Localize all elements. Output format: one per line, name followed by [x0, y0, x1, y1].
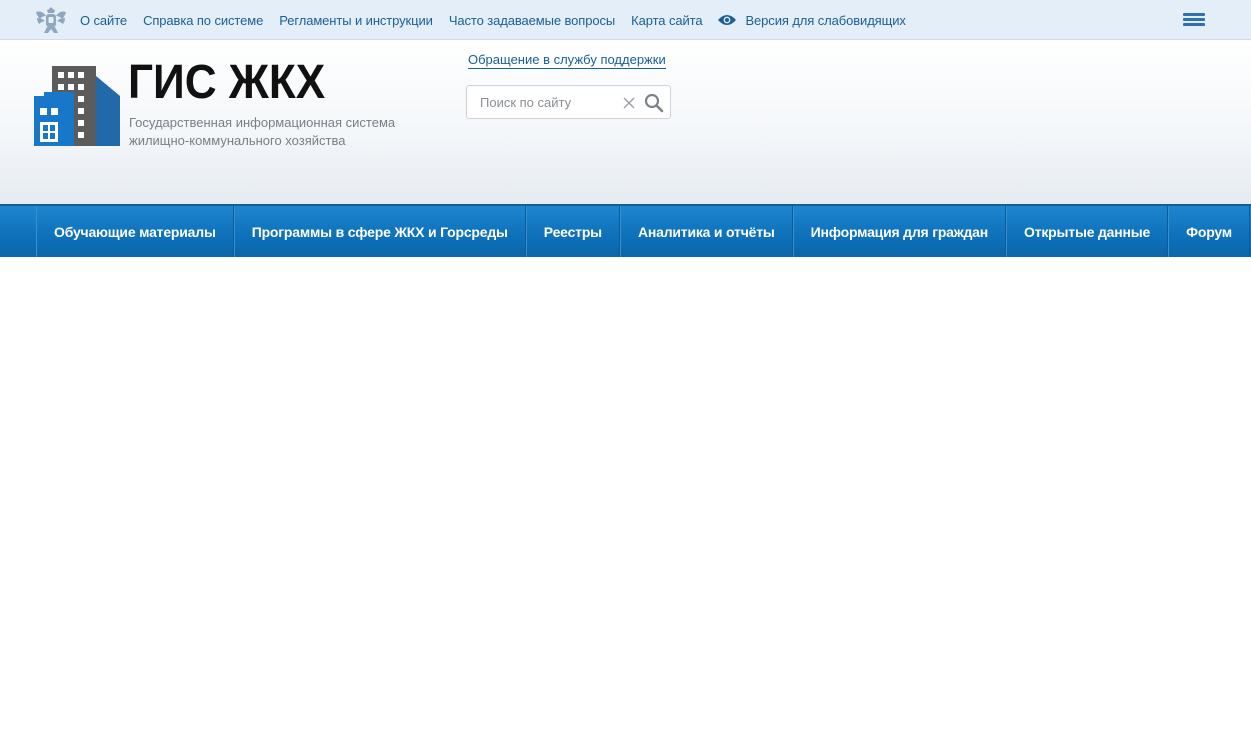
nav-item-registries[interactable]: Реестры: [525, 206, 620, 257]
main-navigation: Обучающие материалы Программы в сфере ЖК…: [0, 204, 1251, 257]
search-input[interactable]: [468, 87, 613, 117]
nav-item-training[interactable]: Обучающие материалы: [36, 206, 234, 257]
site-subtitle-line2: жилищно-коммунального хозяйства: [129, 133, 346, 148]
accessibility-version-link[interactable]: Версия для слабовидящих: [718, 13, 921, 28]
nav-item-citizens-info[interactable]: Информация для граждан: [792, 206, 1007, 257]
coat-of-arms-icon[interactable]: [34, 4, 68, 36]
toplink-about[interactable]: О сайте: [80, 13, 127, 28]
toplink-faq[interactable]: Часто задаваемые вопросы: [449, 13, 615, 28]
nav-item-programs[interactable]: Программы в сфере ЖКХ и Горсреды: [233, 206, 526, 257]
clear-search-icon[interactable]: [622, 96, 636, 110]
main-content-area: [0, 257, 1251, 750]
search-icon[interactable]: [644, 93, 664, 113]
toplink-regulations[interactable]: Регламенты и инструкции: [279, 13, 433, 28]
support-request-link[interactable]: Обращение в службу поддержки: [468, 52, 666, 69]
nav-item-analytics[interactable]: Аналитика и отчёты: [619, 206, 793, 257]
nav-item-open-data[interactable]: Открытые данные: [1006, 206, 1169, 257]
eye-icon: [718, 15, 737, 25]
site-title[interactable]: ГИС ЖКХ: [128, 54, 325, 112]
site-subtitle: Государственная информационная система ж…: [129, 114, 429, 150]
toplink-help[interactable]: Справка по системе: [143, 13, 263, 28]
site-search: [466, 85, 671, 119]
site-header: ГИС ЖКХ Государственная информационная с…: [0, 40, 1251, 204]
top-utility-bar: О сайте Справка по системе Регламенты и …: [0, 0, 1251, 40]
site-subtitle-line1: Государственная информационная система: [129, 115, 396, 130]
accessibility-version-label: Версия для слабовидящих: [745, 12, 906, 28]
hamburger-menu-icon[interactable]: [1183, 13, 1205, 27]
nav-item-forum[interactable]: Форум: [1168, 206, 1250, 257]
buildings-logo-icon[interactable]: [34, 66, 120, 146]
toplink-sitemap[interactable]: Карта сайта: [631, 13, 702, 28]
